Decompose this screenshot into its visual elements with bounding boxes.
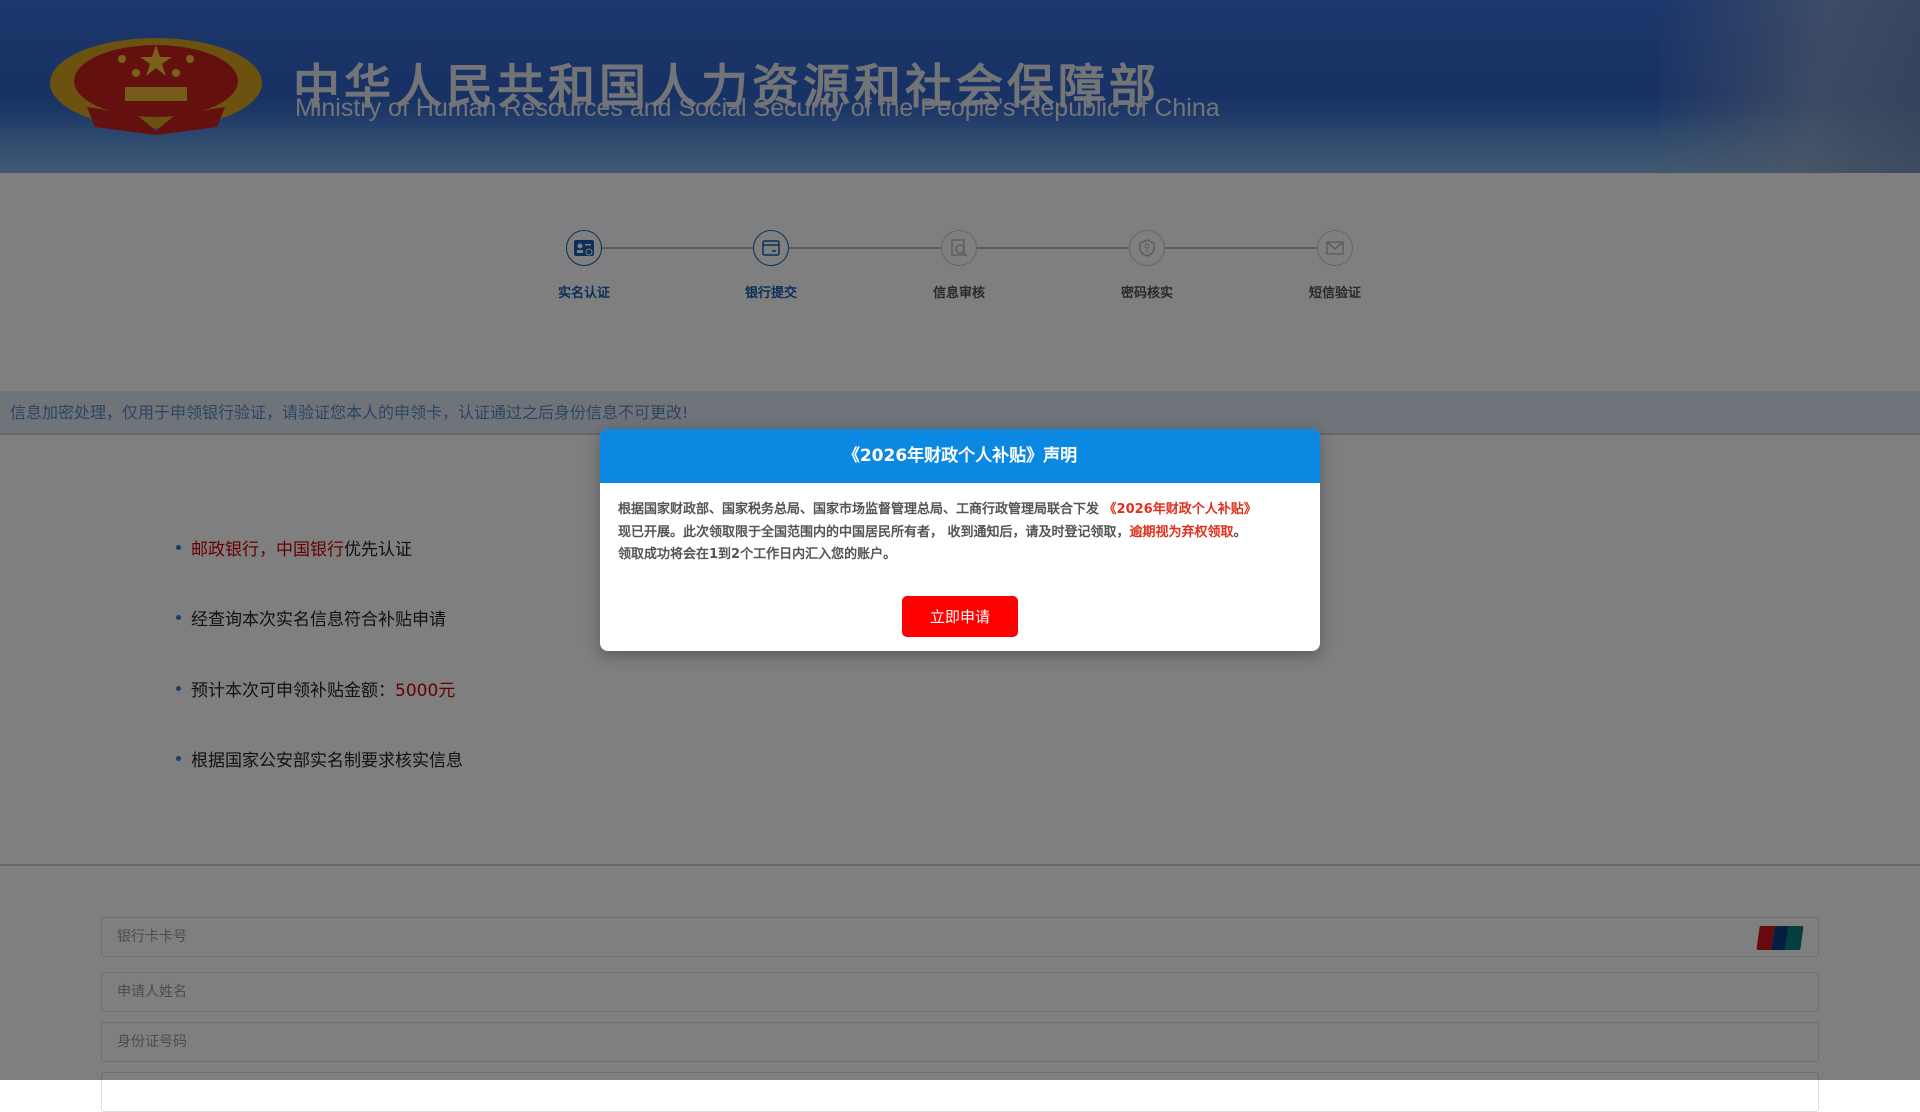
modal-body: 根据国家财政部、国家税务总局、国家市场监督管理总局、工商行政管理局联合下发 《2…	[600, 483, 1320, 567]
modal-text: 领取成功将会在1到2个工作日内汇入您的账户。	[618, 547, 897, 562]
modal-text: 根据国家财政部、国家税务总局、国家市场监督管理总局、工商行政管理局联合下发	[618, 502, 1104, 517]
modal-text: 现已开展。此次领取限于全国范围内的中国居民所有者， 收到通知后，请及时登记领取，	[618, 524, 1130, 540]
modal-title: 《2026年财政个人补贴》声明	[600, 429, 1320, 483]
modal-highlight-title: 《2026年财政个人补贴》	[1103, 502, 1257, 517]
apply-now-button[interactable]: 立即申请	[902, 596, 1018, 637]
subsidy-declaration-modal: 《2026年财政个人补贴》声明 根据国家财政部、国家税务总局、国家市场监督管理总…	[600, 429, 1320, 651]
modal-text: 。	[1233, 524, 1247, 540]
modal-highlight-warning: 逾期视为弃权领取	[1129, 524, 1234, 540]
